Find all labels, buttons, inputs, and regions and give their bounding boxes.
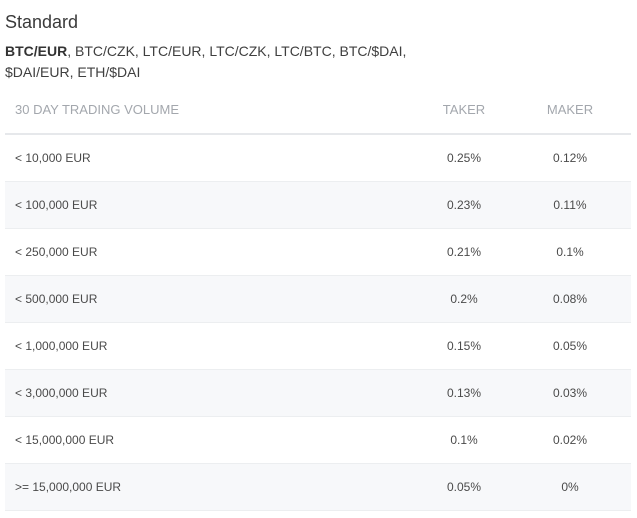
table-row: < 15,000,000 EUR 0.1% 0.02% bbox=[5, 416, 631, 464]
row-spacer bbox=[621, 134, 631, 182]
table-row: < 10,000 EUR 0.25% 0.12% bbox=[5, 134, 631, 182]
volume-cell: < 1,000,000 EUR bbox=[5, 322, 409, 370]
taker-fee-cell: 0.1% bbox=[409, 416, 519, 464]
row-spacer bbox=[621, 369, 631, 417]
taker-fee-cell: 0.13% bbox=[409, 369, 519, 417]
table-row: < 500,000 EUR 0.2% 0.08% bbox=[5, 275, 631, 323]
volume-cell: < 15,000,000 EUR bbox=[5, 416, 409, 464]
column-header-volume: 30 DAY TRADING VOLUME bbox=[5, 86, 409, 135]
table-row: >= 15,000,000 EUR 0.05% 0% bbox=[5, 463, 631, 511]
table-row: < 3,000,000 EUR 0.13% 0.03% bbox=[5, 369, 631, 417]
volume-cell: < 10,000 EUR bbox=[5, 134, 409, 182]
maker-fee-cell: 0.11% bbox=[519, 181, 621, 229]
volume-cell: >= 15,000,000 EUR bbox=[5, 463, 409, 511]
row-spacer bbox=[621, 322, 631, 370]
row-spacer bbox=[621, 463, 631, 511]
table-row: < 100,000 EUR 0.23% 0.11% bbox=[5, 181, 631, 229]
taker-fee-cell: 0.23% bbox=[409, 181, 519, 229]
fee-section: Standard BTC/EUR, BTC/CZK, LTC/EUR, LTC/… bbox=[5, 0, 631, 511]
column-header-maker: MAKER bbox=[519, 86, 621, 135]
maker-fee-cell: 0.03% bbox=[519, 369, 621, 417]
column-header-taker: TAKER bbox=[409, 86, 519, 135]
fee-table: 30 DAY TRADING VOLUME TAKER MAKER < 10,0… bbox=[5, 86, 631, 511]
trading-pair-highlighted: BTC/EUR bbox=[5, 43, 68, 59]
taker-fee-cell: 0.21% bbox=[409, 228, 519, 276]
row-spacer bbox=[621, 416, 631, 464]
taker-fee-cell: 0.25% bbox=[409, 134, 519, 182]
section-title: Standard bbox=[5, 12, 79, 32]
taker-fee-cell: 0.2% bbox=[409, 275, 519, 323]
trading-pairs: BTC/EUR, BTC/CZK, LTC/EUR, LTC/CZK, LTC/… bbox=[5, 41, 425, 83]
maker-fee-cell: 0.02% bbox=[519, 416, 621, 464]
volume-cell: < 100,000 EUR bbox=[5, 181, 409, 229]
column-spacer bbox=[621, 86, 631, 135]
maker-fee-cell: 0.12% bbox=[519, 134, 621, 182]
maker-fee-cell: 0.05% bbox=[519, 322, 621, 370]
taker-fee-cell: 0.05% bbox=[409, 463, 519, 511]
table-header-row: 30 DAY TRADING VOLUME TAKER MAKER bbox=[5, 86, 631, 135]
volume-cell: < 500,000 EUR bbox=[5, 275, 409, 323]
maker-fee-cell: 0.08% bbox=[519, 275, 621, 323]
table-row: < 250,000 EUR 0.21% 0.1% bbox=[5, 228, 631, 276]
maker-fee-cell: 0.1% bbox=[519, 228, 621, 276]
row-spacer bbox=[621, 181, 631, 229]
volume-cell: < 250,000 EUR bbox=[5, 228, 409, 276]
maker-fee-cell: 0% bbox=[519, 463, 621, 511]
table-row: < 1,000,000 EUR 0.15% 0.05% bbox=[5, 322, 631, 370]
volume-cell: < 3,000,000 EUR bbox=[5, 369, 409, 417]
row-spacer bbox=[621, 275, 631, 323]
taker-fee-cell: 0.15% bbox=[409, 322, 519, 370]
row-spacer bbox=[621, 228, 631, 276]
